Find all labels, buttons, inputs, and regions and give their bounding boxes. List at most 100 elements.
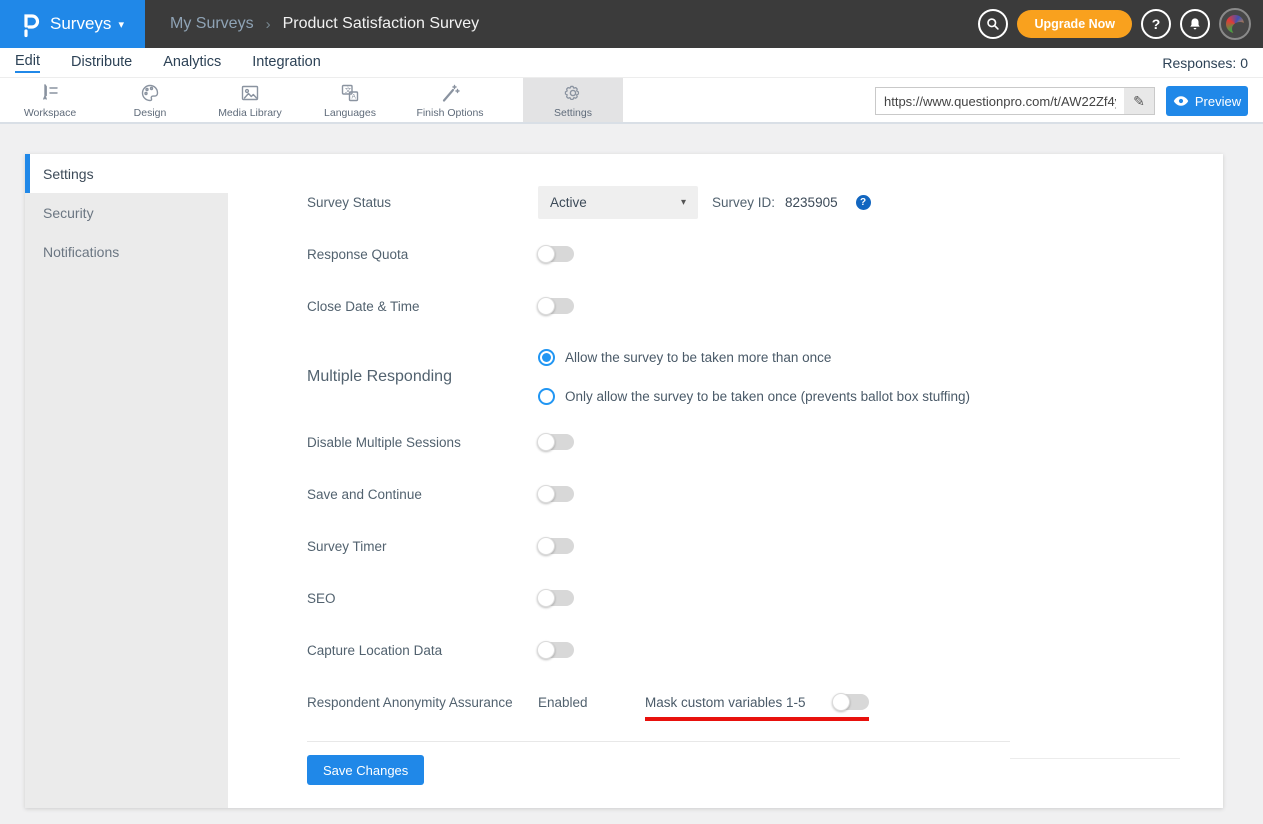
mask-custom-variables-label: Mask custom variables 1-5 bbox=[645, 695, 806, 710]
svg-text:A: A bbox=[352, 94, 357, 101]
response-quota-toggle[interactable] bbox=[538, 246, 574, 262]
tab-finish-options[interactable]: Finish Options bbox=[400, 78, 500, 122]
nav-tab-edit[interactable]: Edit bbox=[15, 53, 40, 73]
help-button[interactable]: ? bbox=[1141, 9, 1171, 39]
survey-status-value: Active bbox=[550, 195, 587, 210]
save-and-continue-row: Save and Continue bbox=[307, 468, 1223, 520]
anonymity-status-value: Enabled bbox=[538, 695, 645, 710]
response-quota-label: Response Quota bbox=[307, 247, 538, 262]
upgrade-now-button[interactable]: Upgrade Now bbox=[1017, 10, 1132, 38]
survey-status-label: Survey Status bbox=[307, 195, 538, 210]
content-divider bbox=[307, 741, 1010, 742]
survey-timer-toggle[interactable] bbox=[538, 538, 574, 554]
mask-custom-variables-toggle[interactable] bbox=[833, 694, 869, 710]
radio-option-allow-multiple[interactable]: Allow the survey to be taken more than o… bbox=[538, 345, 970, 371]
notifications-button[interactable] bbox=[1180, 9, 1210, 39]
responses-count: Responses: 0 bbox=[1162, 55, 1248, 71]
survey-timer-row: Survey Timer bbox=[307, 520, 1223, 572]
svg-text:文: 文 bbox=[345, 85, 352, 94]
dropdown-caret-icon: ▾ bbox=[681, 197, 686, 208]
top-header: Surveys ▾ My Surveys › Product Satisfact… bbox=[0, 0, 1263, 48]
tab-design[interactable]: Design bbox=[100, 78, 200, 122]
tab-finish-options-label: Finish Options bbox=[416, 107, 483, 119]
nav-tab-distribute[interactable]: Distribute bbox=[71, 54, 132, 72]
survey-id-label: Survey ID: bbox=[712, 195, 775, 210]
respondent-anonymity-row: Respondent Anonymity Assurance Enabled M… bbox=[307, 676, 1223, 728]
disable-multiple-sessions-label: Disable Multiple Sessions bbox=[307, 435, 538, 450]
eye-icon bbox=[1173, 95, 1189, 107]
workspace-icon bbox=[38, 81, 62, 105]
chevron-down-icon: ▾ bbox=[118, 18, 124, 31]
sidebar-item-settings[interactable]: Settings bbox=[25, 154, 228, 193]
user-avatar[interactable] bbox=[1219, 8, 1251, 40]
save-and-continue-label: Save and Continue bbox=[307, 487, 538, 502]
capture-location-data-label: Capture Location Data bbox=[307, 643, 538, 658]
disable-multiple-sessions-toggle[interactable] bbox=[538, 434, 574, 450]
mask-custom-variables-group: Mask custom variables 1-5 bbox=[645, 694, 869, 710]
tab-design-label: Design bbox=[134, 107, 167, 119]
seo-label: SEO bbox=[307, 591, 538, 606]
breadcrumb-current-survey: Product Satisfaction Survey bbox=[283, 15, 480, 33]
survey-id-value: 8235905 bbox=[785, 195, 838, 210]
preview-button[interactable]: Preview bbox=[1166, 86, 1248, 116]
nav-tab-integration[interactable]: Integration bbox=[252, 54, 321, 72]
close-date-time-row: Close Date & Time bbox=[307, 280, 1223, 332]
tab-languages[interactable]: 文 A Languages bbox=[300, 78, 400, 122]
questionpro-logo-product-switcher[interactable]: Surveys ▾ bbox=[0, 0, 145, 48]
save-and-continue-toggle[interactable] bbox=[538, 486, 574, 502]
respondent-anonymity-label: Respondent Anonymity Assurance bbox=[307, 695, 538, 710]
breadcrumb-my-surveys[interactable]: My Surveys bbox=[170, 15, 254, 33]
survey-status-dropdown[interactable]: Active ▾ bbox=[538, 186, 698, 219]
design-palette-icon bbox=[138, 81, 162, 105]
radio-selected-icon[interactable] bbox=[538, 349, 555, 366]
bell-icon bbox=[1187, 16, 1203, 32]
edit-url-pencil-icon[interactable]: ✎ bbox=[1124, 88, 1154, 114]
tab-languages-label: Languages bbox=[324, 107, 376, 119]
secondary-divider bbox=[1010, 758, 1180, 759]
preview-button-label: Preview bbox=[1195, 94, 1241, 109]
radio-option-take-once-label: Only allow the survey to be taken once (… bbox=[565, 389, 970, 404]
survey-status-row: Survey Status Active ▾ Survey ID: 823590… bbox=[307, 176, 1223, 228]
save-changes-button[interactable]: Save Changes bbox=[307, 755, 424, 785]
settings-sidebar: Settings Security Notifications bbox=[25, 154, 228, 808]
search-icon bbox=[984, 15, 1002, 33]
multiple-responding-options: Allow the survey to be taken more than o… bbox=[538, 338, 970, 416]
tab-workspace[interactable]: Workspace bbox=[0, 78, 100, 122]
survey-url-input[interactable] bbox=[876, 88, 1124, 114]
media-image-icon bbox=[238, 81, 262, 105]
questionpro-logo-icon bbox=[21, 11, 41, 38]
multiple-responding-row: Multiple Responding Allow the survey to … bbox=[307, 332, 1223, 416]
product-name: Surveys bbox=[50, 14, 111, 34]
edit-toolbar: Workspace Design Media Library 文 A Langu… bbox=[0, 78, 1263, 124]
multiple-responding-label: Multiple Responding bbox=[307, 368, 538, 386]
response-quota-row: Response Quota bbox=[307, 228, 1223, 280]
capture-location-data-row: Capture Location Data bbox=[307, 624, 1223, 676]
header-actions: Upgrade Now ? bbox=[978, 0, 1251, 48]
capture-location-data-toggle[interactable] bbox=[538, 642, 574, 658]
sidebar-item-security[interactable]: Security bbox=[25, 193, 228, 232]
seo-toggle[interactable] bbox=[538, 590, 574, 606]
tab-settings[interactable]: Settings bbox=[523, 78, 623, 122]
close-date-time-label: Close Date & Time bbox=[307, 299, 538, 314]
settings-main-panel: Survey Status Active ▾ Survey ID: 823590… bbox=[228, 154, 1223, 808]
breadcrumb-separator: › bbox=[266, 16, 271, 33]
seo-row: SEO bbox=[307, 572, 1223, 624]
close-date-time-toggle[interactable] bbox=[538, 298, 574, 314]
finish-wand-icon bbox=[438, 81, 462, 105]
breadcrumb: My Surveys › Product Satisfaction Survey bbox=[170, 15, 479, 33]
radio-option-take-once[interactable]: Only allow the survey to be taken once (… bbox=[538, 384, 970, 410]
radio-unselected-icon[interactable] bbox=[538, 388, 555, 405]
tab-media-library[interactable]: Media Library bbox=[200, 78, 300, 122]
radio-option-allow-multiple-label: Allow the survey to be taken more than o… bbox=[565, 350, 831, 365]
languages-translate-icon: 文 A bbox=[338, 81, 362, 105]
disable-multiple-sessions-row: Disable Multiple Sessions bbox=[307, 416, 1223, 468]
survey-url-field: ✎ bbox=[875, 87, 1155, 115]
survey-timer-label: Survey Timer bbox=[307, 539, 538, 554]
survey-id-help-icon[interactable]: ? bbox=[856, 195, 871, 210]
tab-media-library-label: Media Library bbox=[218, 107, 282, 119]
tab-settings-label: Settings bbox=[554, 107, 592, 119]
search-button[interactable] bbox=[978, 9, 1008, 39]
sidebar-item-notifications[interactable]: Notifications bbox=[25, 232, 228, 271]
settings-card: Settings Security Notifications Survey S… bbox=[25, 154, 1223, 808]
nav-tab-analytics[interactable]: Analytics bbox=[163, 54, 221, 72]
